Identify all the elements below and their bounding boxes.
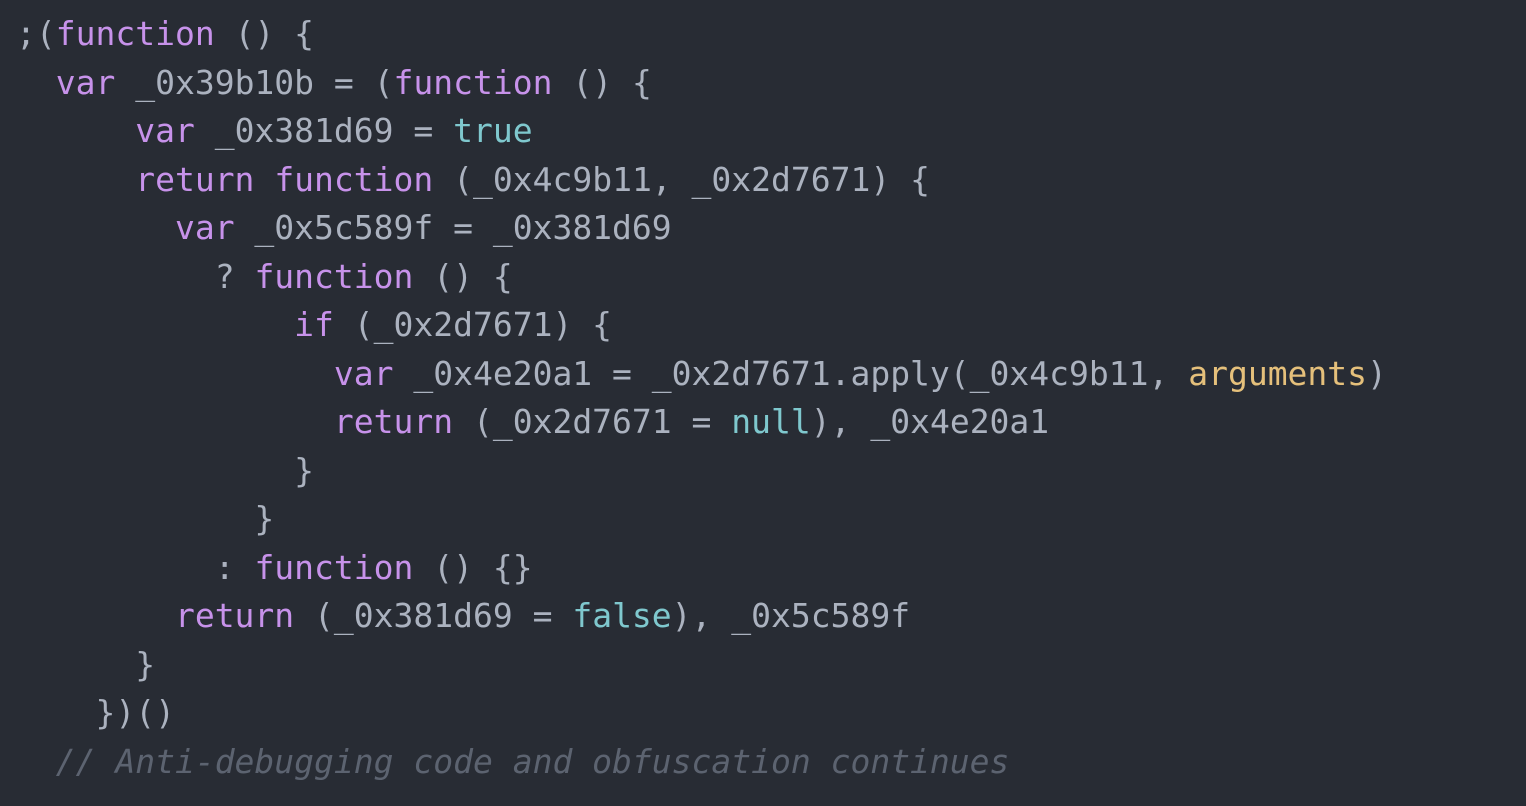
code-token-plain: (_0x2d7671 =	[453, 402, 732, 441]
code-line: return (_0x2d7671 = null), _0x4e20a1	[16, 398, 1526, 447]
code-line: }	[16, 641, 1526, 690]
code-token-kw: return	[174, 596, 295, 635]
code-token-plain: (_0x381d69 =	[294, 596, 573, 635]
code-token-kw: var	[333, 353, 394, 393]
code-token-kw: function	[254, 256, 414, 296]
code-token-plain: _0x381d69 =	[194, 111, 454, 150]
code-token-plain: (_0x4c9b11, _0x2d7671) {	[433, 159, 930, 199]
code-token-plain: () {}	[413, 547, 533, 587]
code-line: return (_0x381d69 = false), _0x5c589f	[16, 592, 1526, 641]
code-token-plain: (_0x2d7671) {	[333, 305, 613, 344]
code-token-kw: function	[254, 547, 414, 587]
code-token-plain: )	[1367, 353, 1387, 393]
code-token-kw: function	[274, 159, 434, 199]
code-token-plain: ?	[214, 256, 255, 296]
code-token-plain: _0x5c589f = _0x381d69	[234, 208, 672, 247]
code-token-kw: return	[333, 402, 454, 441]
code-line: })()	[16, 689, 1526, 738]
code-token-plain: () {	[552, 62, 652, 102]
code-token-plain: () {	[214, 14, 315, 53]
code-token-kw: if	[294, 305, 334, 344]
code-block: ;(function () { var _0x39b10b = (functio…	[16, 10, 1526, 786]
code-line: var _0x4e20a1 = _0x2d7671.apply(_0x4c9b1…	[16, 350, 1526, 399]
code-line: var _0x5c589f = _0x381d69	[16, 204, 1526, 253]
code-token-plain: ), _0x5c589f	[671, 596, 911, 635]
code-token-plain: :	[214, 547, 255, 587]
code-line: }	[16, 447, 1526, 496]
code-line: return function (_0x4c9b11, _0x2d7671) {	[16, 156, 1526, 205]
code-line: ;(function () {	[16, 10, 1526, 59]
code-token-kw: var	[55, 62, 116, 102]
code-line: ? function () {	[16, 253, 1526, 302]
code-line: if (_0x2d7671) {	[16, 301, 1526, 350]
code-line: var _0x381d69 = true	[16, 107, 1526, 156]
code-token-kw: function	[393, 62, 553, 102]
code-token-literal: true	[453, 111, 533, 150]
code-token-plain: ), _0x4e20a1	[810, 402, 1050, 441]
code-token-kw: var	[174, 208, 235, 247]
code-viewer[interactable]: ;(function () { var _0x39b10b = (functio…	[0, 0, 1526, 806]
code-token-plain: })()	[95, 693, 175, 732]
code-token-plain: _0x4e20a1 = _0x2d7671.apply(_0x4c9b11,	[393, 353, 1189, 393]
code-token-plain: ;(	[16, 14, 56, 53]
code-line: // Anti-debugging code and obfuscation c…	[16, 738, 1526, 787]
code-line: var _0x39b10b = (function () {	[16, 59, 1526, 108]
code-token-plain: _0x39b10b = (	[115, 62, 394, 102]
code-line: : function () {}	[16, 544, 1526, 593]
code-token-builtin: arguments	[1188, 353, 1368, 393]
code-token-literal: false	[572, 596, 672, 635]
code-token-plain: () {	[413, 256, 513, 296]
code-line: }	[16, 495, 1526, 544]
code-token-plain: }	[254, 499, 275, 538]
code-token-plain: }	[294, 450, 315, 490]
code-token-kw: function	[55, 14, 215, 53]
code-token-kw: var	[135, 111, 195, 150]
code-token-literal: null	[731, 402, 811, 441]
code-token-comment: // Anti-debugging code and obfuscation c…	[55, 741, 1010, 781]
code-token-kw: return	[135, 159, 255, 199]
code-token-plain: }	[135, 644, 156, 684]
